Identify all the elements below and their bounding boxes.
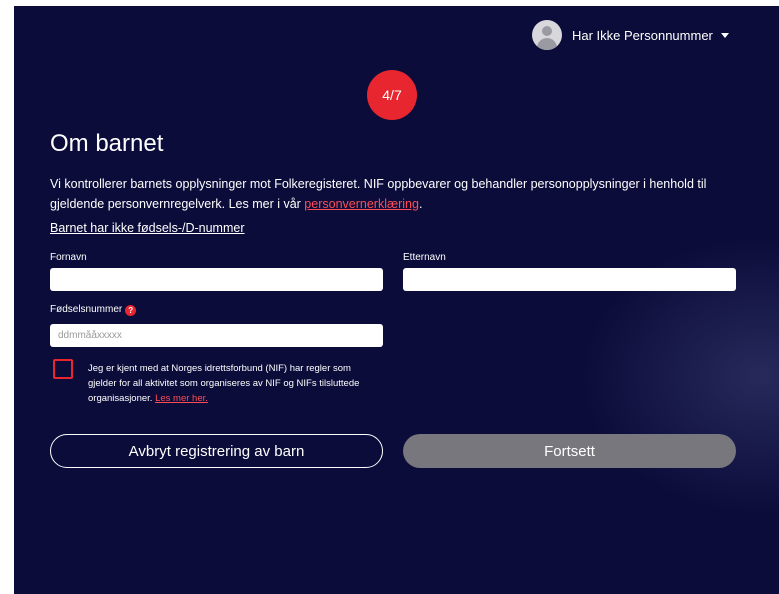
consent-text: Jeg er kjent med at Norges idrettsforbun… bbox=[88, 361, 368, 406]
question-mark-icon[interactable]: ? bbox=[125, 305, 137, 316]
first-name-input[interactable] bbox=[50, 268, 383, 291]
continue-button[interactable]: Fortsett bbox=[403, 434, 736, 468]
consent-body: Jeg er kjent med at Norges idrettsforbun… bbox=[88, 363, 360, 404]
step-indicator: 4/7 bbox=[367, 70, 417, 120]
user-avatar-icon bbox=[532, 20, 562, 50]
app-window: Har Ikke Personnummer 4/7 Om barnet Vi k… bbox=[14, 6, 779, 594]
consent-checkbox[interactable] bbox=[53, 359, 73, 379]
birth-number-input[interactable] bbox=[50, 324, 383, 347]
caret-down-icon bbox=[720, 32, 729, 38]
birth-number-label: Fødselsnummer? bbox=[50, 304, 137, 316]
last-name-label: Etternavn bbox=[403, 252, 446, 263]
page-title: Om barnet bbox=[50, 130, 164, 157]
read-more-link[interactable]: Les mer her. bbox=[155, 393, 208, 404]
privacy-policy-link[interactable]: personvernerklæring bbox=[304, 197, 419, 211]
birth-number-label-text: Fødselsnummer bbox=[50, 304, 123, 315]
no-id-number-link[interactable]: Barnet har ikke fødsels-/D-nummer bbox=[50, 221, 245, 235]
intro-text: Vi kontrollerer barnets opplysninger mot… bbox=[50, 174, 730, 214]
user-menu[interactable]: Har Ikke Personnummer bbox=[532, 20, 729, 50]
cancel-registration-button[interactable]: Avbryt registrering av barn bbox=[50, 434, 383, 468]
first-name-label: Fornavn bbox=[50, 252, 87, 263]
intro-suffix: . bbox=[418, 197, 423, 211]
user-name: Har Ikke Personnummer bbox=[572, 27, 713, 43]
last-name-input[interactable] bbox=[403, 268, 736, 291]
